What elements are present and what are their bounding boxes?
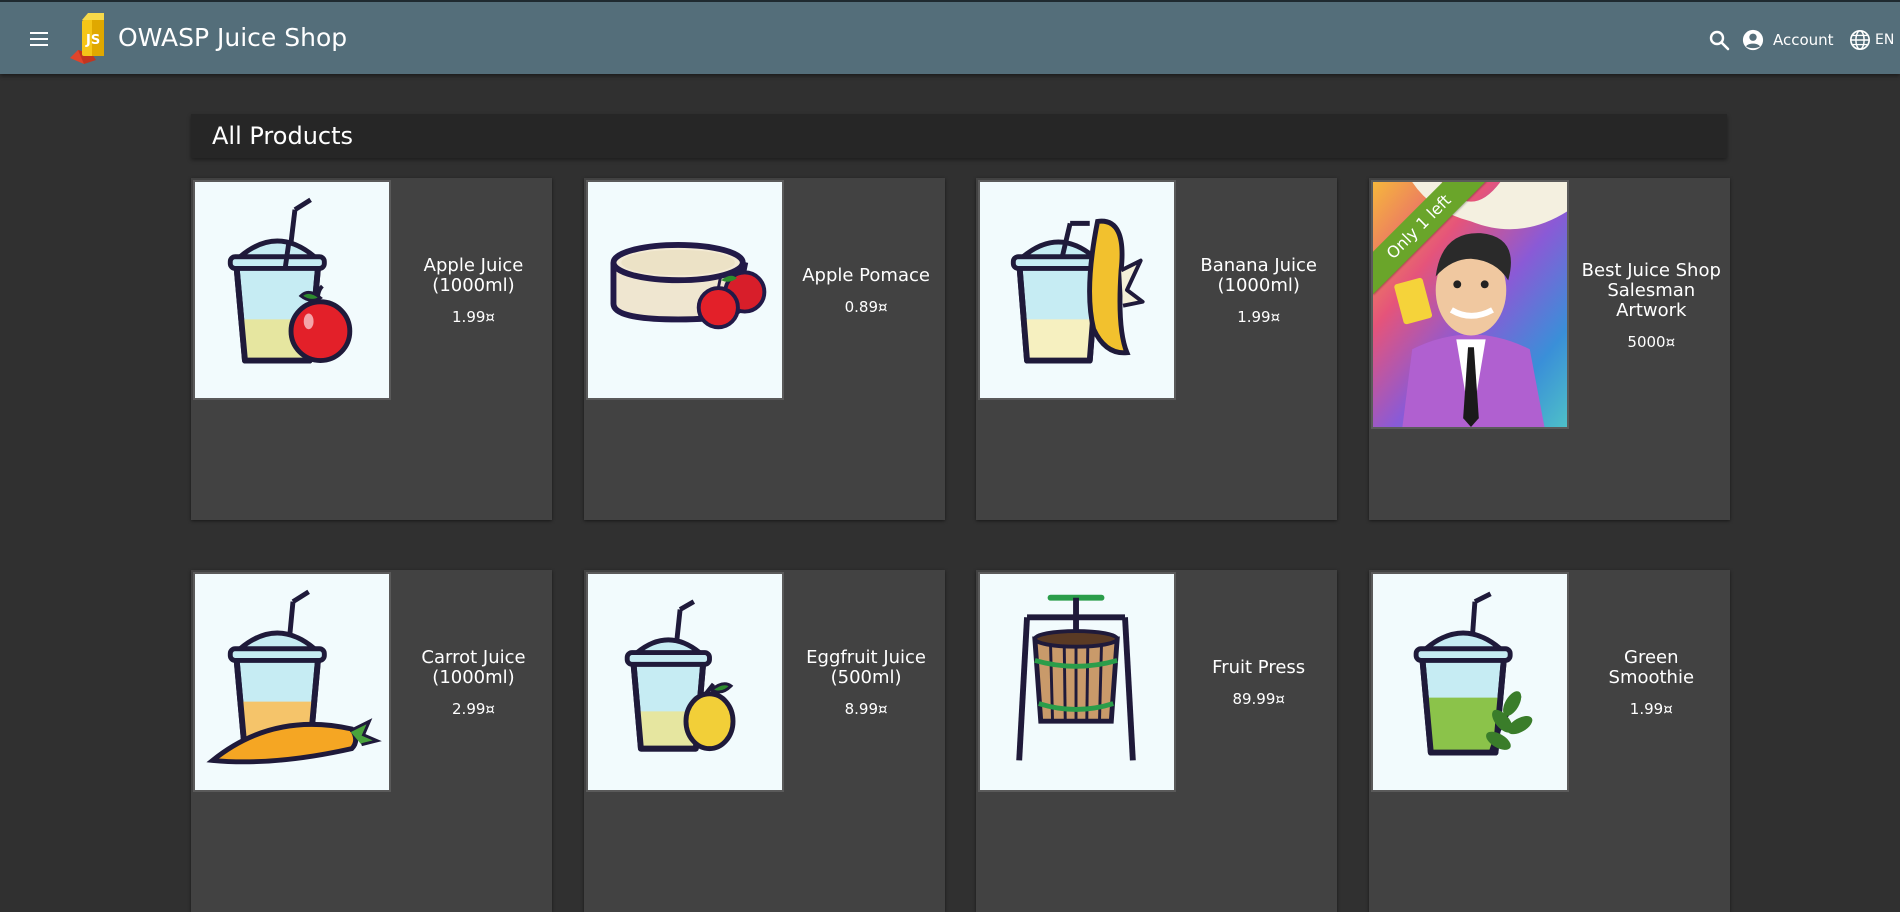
salesman-artwork-image[interactable]: Only 1 left xyxy=(1370,180,1569,429)
product-info: Green Smoothie 1.99¤ xyxy=(1573,570,1730,796)
search-icon[interactable] xyxy=(1707,28,1731,52)
language-label: EN xyxy=(1875,32,1895,48)
product-info: Eggfruit Juice (500ml) 8.99¤ xyxy=(788,570,945,796)
product-price: 0.89¤ xyxy=(844,298,888,316)
account-circle-icon xyxy=(1742,29,1764,51)
product-name: Carrot Juice (1000ml) xyxy=(421,647,526,688)
product-price: 1.99¤ xyxy=(1629,700,1673,718)
svg-text:JS: JS xyxy=(85,33,100,48)
product-card[interactable]: Carrot Juice (1000ml) 2.99¤ xyxy=(191,570,552,912)
globe-icon xyxy=(1850,30,1870,50)
product-card[interactable]: Green Smoothie 1.99¤ xyxy=(1368,570,1730,912)
product-name: Banana Juice (1000ml) xyxy=(1200,255,1318,296)
product-info: Best Juice Shop Salesman Artwork 5000¤ xyxy=(1573,178,1730,434)
product-price: 1.99¤ xyxy=(1237,308,1281,326)
top-toolbar: JS OWASP Juice Shop Account EN xyxy=(0,0,1900,74)
menu-icon[interactable] xyxy=(24,24,54,54)
apple-juice-image[interactable] xyxy=(193,180,391,400)
apple-pomace-image[interactable] xyxy=(585,180,784,400)
product-info: Apple Pomace 0.89¤ xyxy=(788,178,945,404)
product-price: 2.99¤ xyxy=(452,700,495,718)
product-price: 5000¤ xyxy=(1627,333,1676,351)
account-button[interactable]: Account xyxy=(1742,26,1834,54)
product-card[interactable]: Apple Juice (1000ml) 1.99¤ xyxy=(191,178,552,520)
product-name: Apple Pomace xyxy=(802,265,930,286)
juice-shop-logo[interactable]: JS xyxy=(66,10,118,66)
product-price: 8.99¤ xyxy=(844,700,888,718)
product-name: Fruit Press xyxy=(1212,657,1306,678)
language-button[interactable]: EN xyxy=(1849,27,1894,53)
product-card[interactable]: Banana Juice (1000ml) 1.99¤ xyxy=(976,178,1338,520)
green-smoothie-image[interactable] xyxy=(1370,572,1569,792)
product-card[interactable]: Fruit Press 89.99¤ xyxy=(976,570,1338,912)
product-info: Apple Juice (1000ml) 1.99¤ xyxy=(395,178,552,404)
product-info: Carrot Juice (1000ml) 2.99¤ xyxy=(395,570,552,796)
product-name: Apple Juice (1000ml) xyxy=(423,255,524,296)
product-card[interactable]: Eggfruit Juice (500ml) 8.99¤ xyxy=(583,570,945,912)
account-label: Account xyxy=(1773,31,1834,49)
product-card[interactable]: Apple Pomace 0.89¤ xyxy=(583,178,945,520)
app-title[interactable]: OWASP Juice Shop xyxy=(118,23,347,52)
product-name: Best Juice Shop Salesman Artwork xyxy=(1581,260,1721,321)
product-name: Eggfruit Juice (500ml) xyxy=(806,647,927,688)
product-card[interactable]: Only 1 left Best Juice Shop Salesman Art… xyxy=(1368,178,1730,520)
fruit-press-image[interactable] xyxy=(978,572,1177,792)
product-price: 1.99¤ xyxy=(452,308,495,326)
carrot-juice-image[interactable] xyxy=(193,572,391,792)
eggfruit-juice-image[interactable] xyxy=(585,572,784,792)
product-grid: Apple Juice (1000ml) 1.99¤ Apple Pomace … xyxy=(191,178,1730,912)
banana-juice-image[interactable] xyxy=(978,180,1177,400)
product-name: Green Smoothie xyxy=(1608,647,1695,688)
product-info: Banana Juice (1000ml) 1.99¤ xyxy=(1180,178,1337,404)
products-heading-bar: All Products xyxy=(191,114,1727,158)
product-price: 89.99¤ xyxy=(1232,690,1285,708)
page-title: All Products xyxy=(212,122,354,150)
product-info: Fruit Press 89.99¤ xyxy=(1180,570,1337,796)
